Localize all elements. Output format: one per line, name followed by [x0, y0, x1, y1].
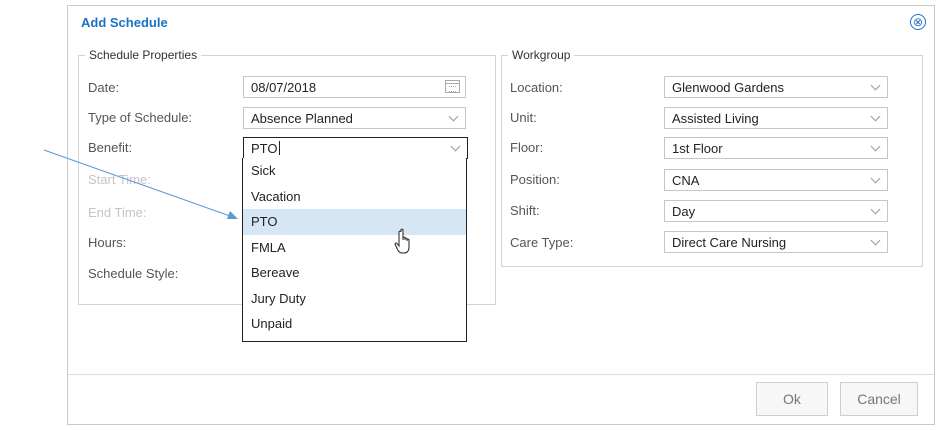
annotation-arrow	[43, 149, 238, 219]
